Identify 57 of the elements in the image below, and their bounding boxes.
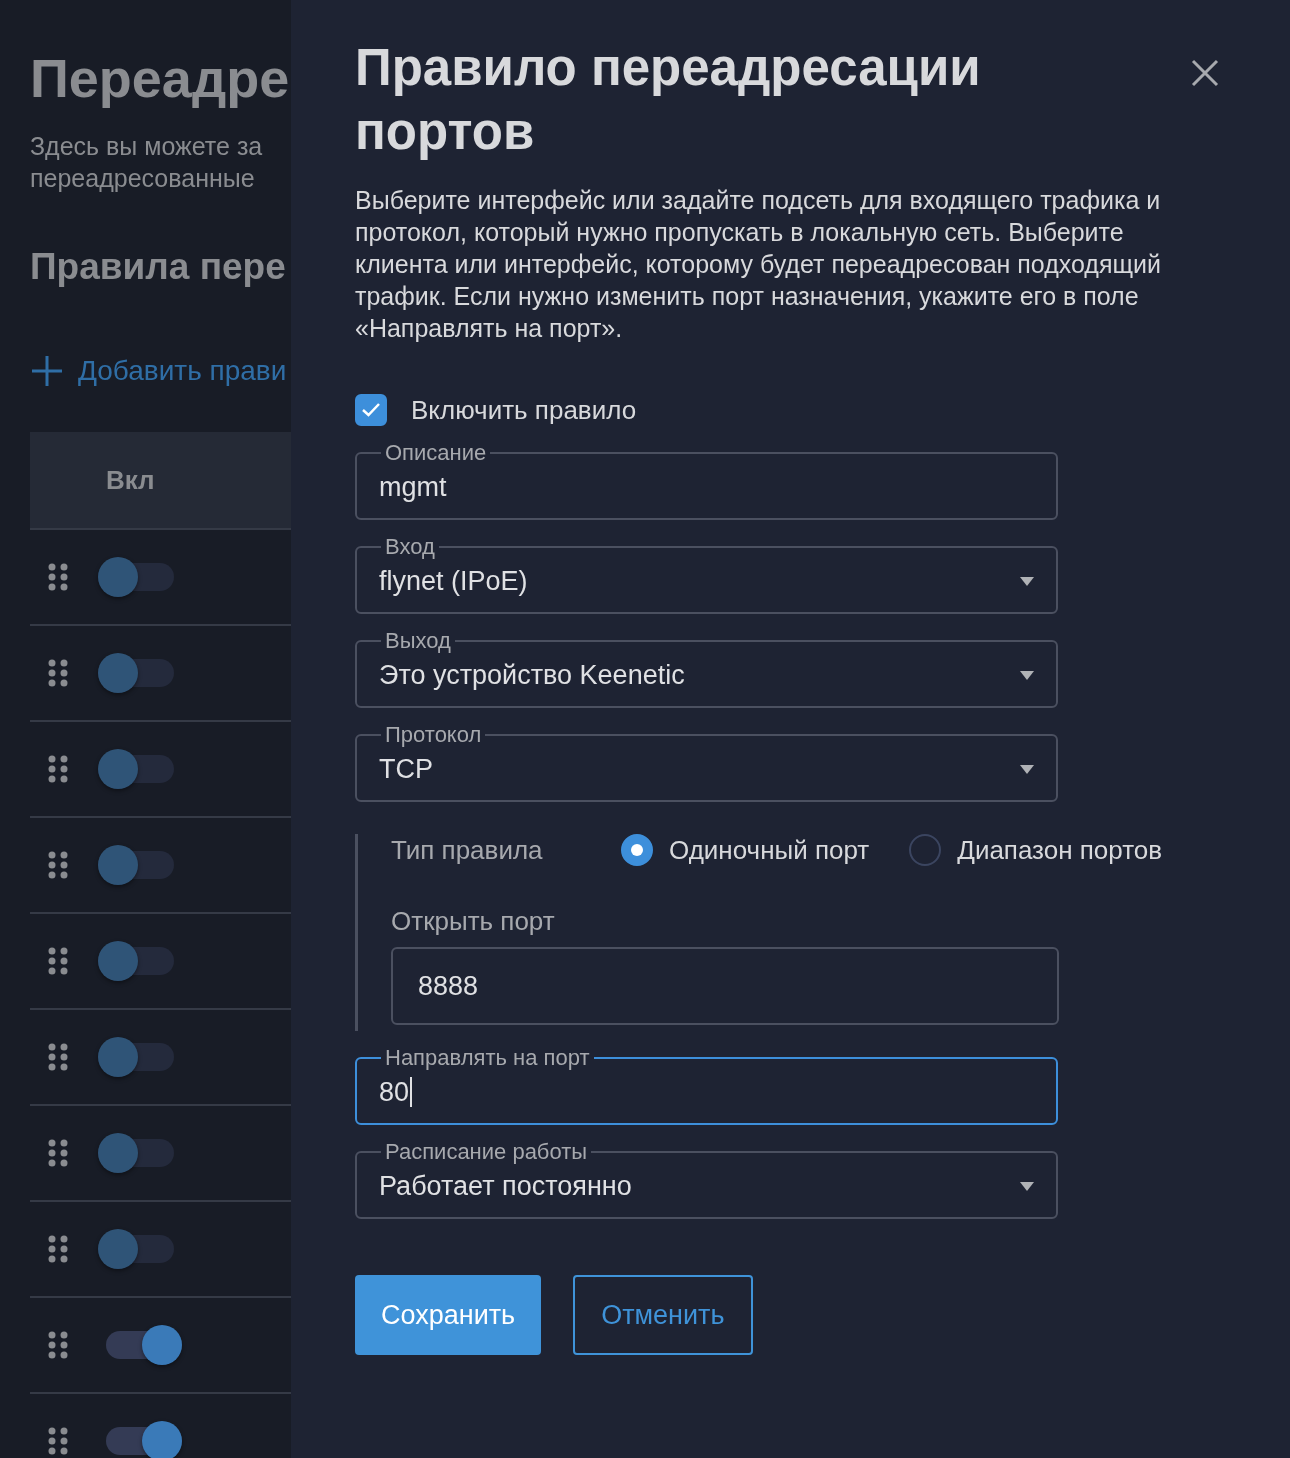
- radio-button[interactable]: [621, 834, 653, 866]
- drag-handle-icon[interactable]: [48, 754, 68, 784]
- field-label: Выход: [384, 628, 452, 654]
- input-field[interactable]: 8888: [391, 947, 1059, 1025]
- toggle-switch[interactable]: [98, 1037, 174, 1077]
- drag-handle-icon[interactable]: [48, 658, 68, 688]
- field-value: Это устройство Keenetic: [379, 659, 685, 691]
- radio-label: Одиночный порт: [669, 834, 870, 866]
- field-value: TCP: [379, 753, 433, 785]
- caret-icon: [1020, 764, 1034, 774]
- plus-icon[interactable]: [30, 354, 64, 388]
- radio-button[interactable]: [909, 834, 942, 866]
- toggle-switch[interactable]: [98, 845, 174, 885]
- drag-handle-icon[interactable]: [48, 1330, 68, 1360]
- field-label: Описание: [384, 440, 488, 466]
- field-value: mgmt: [379, 471, 447, 503]
- toggle-switch[interactable]: [98, 653, 174, 693]
- column-header: Вкл: [106, 464, 155, 496]
- toggle-switch[interactable]: [106, 1421, 182, 1458]
- toggle-switch[interactable]: [98, 749, 174, 789]
- drag-handle-icon[interactable]: [48, 562, 68, 592]
- section-title: Правила пере: [30, 246, 286, 288]
- caret-icon: [1020, 670, 1034, 680]
- field-label: Вход: [384, 534, 436, 560]
- rule-type-label: Тип правила: [391, 834, 544, 866]
- toggle-switch[interactable]: [98, 1229, 174, 1269]
- field-label: Протокол: [384, 722, 483, 748]
- drag-handle-icon[interactable]: [48, 1234, 68, 1264]
- field-value: Работает постоянно: [379, 1170, 632, 1202]
- cancel-button[interactable]: Отменить: [573, 1275, 753, 1355]
- drag-handle-icon[interactable]: [48, 1138, 68, 1168]
- field-value: 80: [379, 1076, 413, 1108]
- radio-label: Диапазон портов: [957, 834, 1163, 866]
- dialog-title: Правило переадресации портов: [355, 38, 982, 162]
- page-description: Здесь вы можете за: [30, 132, 263, 160]
- toggle-switch[interactable]: [98, 1133, 174, 1173]
- caret-icon: [1020, 576, 1034, 586]
- drag-handle-icon[interactable]: [48, 850, 68, 880]
- toggle-switch[interactable]: [98, 941, 174, 981]
- checkbox[interactable]: [355, 394, 387, 426]
- field-value: flynet (IPoE): [379, 565, 528, 597]
- dropdown[interactable]: Расписание работы Работает постоянно: [355, 1139, 1058, 1219]
- page-description: переадресованные: [30, 164, 255, 192]
- drag-handle-icon[interactable]: [48, 946, 68, 976]
- toggle-switch[interactable]: [106, 1325, 182, 1365]
- field-label: Направлять на порт: [384, 1045, 591, 1071]
- field-label: Расписание работы: [384, 1139, 589, 1165]
- caret-icon: [1020, 1181, 1034, 1191]
- dialog-description: Выберите интерфейс или задайте подсеть для входящего трафика и протокол, который нужно пропускать в локальную сеть. Выберите клиента или интерфейс, которому будет переадресован подходящий трафик. Если нужно изменить порт назначения, укажите его в поле «Направлять на порт».: [355, 185, 1162, 344]
- checkbox-label: Включить правило: [411, 394, 637, 426]
- drag-handle-icon[interactable]: [48, 1426, 68, 1456]
- toggle-switch[interactable]: [98, 557, 174, 597]
- check-icon: [361, 402, 381, 418]
- page-title: Переадре: [30, 47, 290, 110]
- open-port-label: Открыть порт: [391, 906, 556, 937]
- drag-handle-icon[interactable]: [48, 1042, 68, 1072]
- close-icon[interactable]: [1190, 58, 1220, 88]
